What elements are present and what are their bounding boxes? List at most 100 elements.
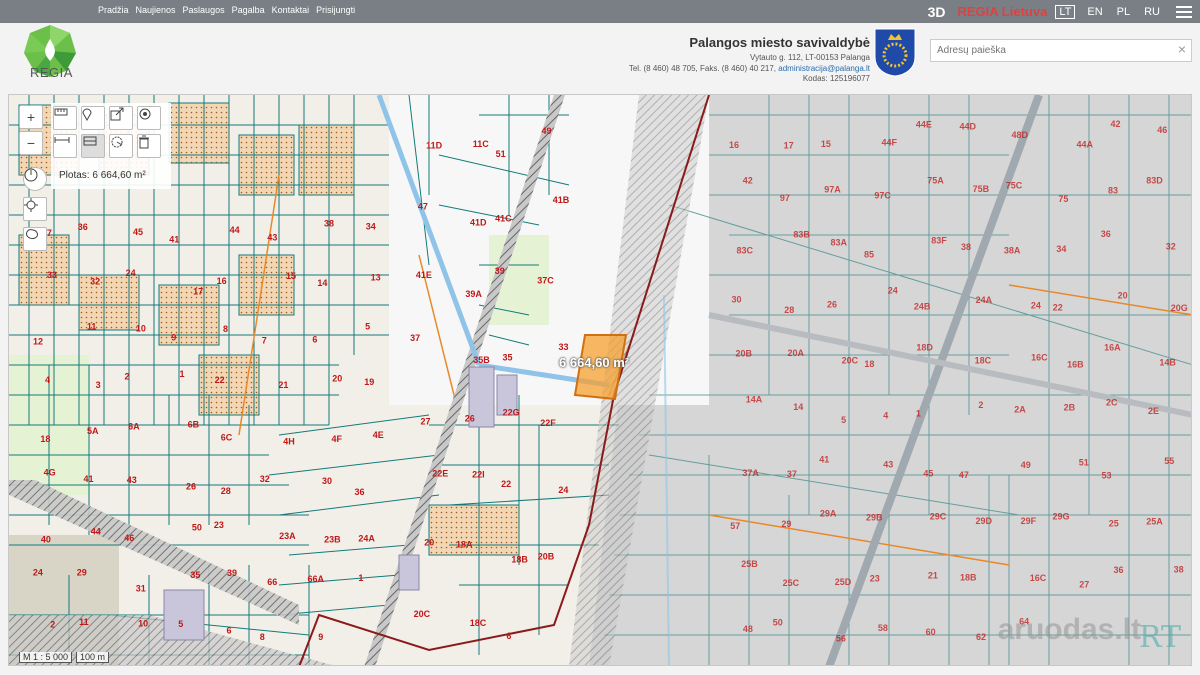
- parcel-number: 9: [171, 333, 176, 343]
- lang-ru[interactable]: RU: [1142, 6, 1162, 18]
- parcel-number: 25: [1109, 519, 1119, 529]
- regia-lietuva-link[interactable]: REGIA Lietuva: [958, 4, 1048, 19]
- parcel-number: 60: [926, 627, 936, 637]
- measure-area-icon[interactable]: [81, 134, 105, 158]
- 3d-button[interactable]: 3D: [928, 4, 946, 20]
- nav-home[interactable]: Pradžia: [98, 5, 129, 15]
- export-icon[interactable]: [109, 106, 133, 130]
- lang-pl[interactable]: PL: [1115, 6, 1132, 18]
- parcel-number: 29F: [1021, 516, 1037, 526]
- parcel-number: 47: [418, 202, 428, 212]
- palanga-crest-icon: [874, 28, 916, 77]
- parcel-number: 24: [33, 568, 43, 578]
- parcel-number: 66A: [308, 574, 325, 584]
- parcel-number: 45: [923, 468, 933, 478]
- scale-bar: 100 m: [76, 652, 110, 663]
- point-icon[interactable]: [137, 106, 161, 130]
- parcel-number: 41E: [416, 270, 432, 280]
- compass-icon[interactable]: [23, 167, 47, 191]
- marker-icon[interactable]: [81, 106, 105, 130]
- parcel-number: 18A: [456, 540, 473, 550]
- address-search-input[interactable]: [931, 40, 1161, 61]
- hamburger-menu-icon[interactable]: [1176, 5, 1192, 18]
- parcel-number: 25C: [783, 578, 800, 588]
- parcel-number: 26: [827, 300, 837, 310]
- parcel-number: 30: [732, 295, 742, 305]
- lasso-select-icon[interactable]: [23, 227, 47, 251]
- parcel-number: 16A: [1104, 343, 1121, 353]
- parcel-number: 21: [928, 570, 938, 580]
- municipality-info: Palangos miesto savivaldybė Vytauto g. 1…: [629, 35, 870, 85]
- parcel-number: 36: [1101, 229, 1111, 239]
- parcel-number: 6A: [128, 422, 140, 432]
- parcel-number: 20A: [788, 348, 805, 358]
- parcel-number: 29A: [820, 509, 837, 519]
- parcel-number: 4F: [332, 434, 343, 444]
- parcel-number: 2: [50, 620, 55, 630]
- measure-length-icon[interactable]: [53, 106, 77, 130]
- parcel-area-label: 6 664,60 m²: [559, 355, 630, 370]
- parcel-number: 8: [260, 632, 265, 642]
- parcel-number: 58: [878, 623, 888, 633]
- parcel-number: 83F: [931, 236, 947, 246]
- parcel-number: 42: [1111, 119, 1121, 129]
- regia-logo-text: REGIA: [30, 65, 73, 80]
- parcel-number: 11: [79, 617, 89, 627]
- parcel-number: 83D: [1146, 176, 1163, 186]
- locate-icon[interactable]: [23, 197, 47, 221]
- zoom-out-button[interactable]: −: [19, 131, 43, 155]
- parcel-number: 37: [410, 333, 420, 343]
- nav-contacts[interactable]: Kontaktai: [272, 5, 310, 15]
- municipality-name: Palangos miesto savivaldybė: [689, 35, 870, 50]
- nav-login[interactable]: Prisijungti: [316, 5, 355, 15]
- parcel-number: 35: [503, 352, 513, 362]
- parcel-number: 41: [84, 474, 94, 484]
- trash-icon[interactable]: [137, 134, 161, 158]
- parcel-number: 29: [77, 567, 87, 577]
- parcel-number: 50: [192, 522, 202, 532]
- parcel-number: 23B: [324, 534, 341, 544]
- map-scale: M 1 : 5 000 100 m: [19, 652, 110, 663]
- clear-search-icon[interactable]: ×: [1178, 41, 1186, 57]
- parcel-number: 7: [262, 336, 267, 346]
- parcel-number: 4G: [44, 468, 56, 478]
- parcel-number: 39: [227, 568, 237, 578]
- lang-en[interactable]: EN: [1085, 6, 1104, 18]
- parcel-number: 2: [125, 372, 130, 382]
- parcel-number: 9: [318, 632, 323, 642]
- parcel-number: 75B: [973, 184, 990, 194]
- cadastral-map[interactable]: 3736454144433834333224171615141312111098…: [8, 94, 1192, 666]
- parcel-number: 14B: [1159, 358, 1176, 368]
- parcel-number: 48D: [1012, 130, 1029, 140]
- municipality-contacts: Tel. (8 460) 48 705, Faks. (8 460) 40 21…: [629, 64, 870, 75]
- topbar-right: 3D REGIA Lietuva LT EN PL RU: [928, 0, 1200, 23]
- measure-distance-icon[interactable]: [53, 134, 77, 158]
- lang-lt[interactable]: LT: [1055, 4, 1076, 19]
- nav-news[interactable]: Naujienos: [136, 5, 176, 15]
- scale-ratio[interactable]: M 1 : 5 000: [19, 652, 73, 663]
- zoom-in-button[interactable]: +: [19, 105, 43, 129]
- municipality-phone: Tel. (8 460) 48 705, Faks. (8 460) 40 21…: [628, 63, 777, 73]
- parcel-number: 23: [870, 573, 880, 583]
- parcel-number: 17: [193, 286, 203, 296]
- parcel-number: 44F: [882, 138, 898, 148]
- parcel-number: 6B: [188, 420, 200, 430]
- parcel-number: 29: [781, 519, 791, 529]
- parcel-number: 45: [133, 227, 143, 237]
- map-canvas[interactable]: 3736454144433834333224171615141312111098…: [9, 95, 1192, 666]
- parcel-number: 25A: [1146, 517, 1163, 527]
- parcel-number: 62: [976, 632, 986, 642]
- nav-help[interactable]: Pagalba: [232, 5, 265, 15]
- municipality-email[interactable]: administracija@palanga.lt: [778, 64, 870, 73]
- measure-radius-icon[interactable]: [109, 134, 133, 158]
- parcel-number: 11C: [473, 139, 490, 149]
- nav-services[interactable]: Paslaugos: [183, 5, 225, 15]
- parcel-number: 83B: [793, 230, 810, 240]
- parcel-number: 53: [1102, 471, 1112, 481]
- parcel-number: 33: [559, 342, 569, 352]
- parcel-number: 35B: [473, 355, 490, 365]
- parcel-number: 25D: [835, 577, 852, 587]
- parcel-number: 6: [506, 631, 511, 641]
- parcel-number: 3: [96, 380, 101, 390]
- parcel-number: 15: [821, 139, 831, 149]
